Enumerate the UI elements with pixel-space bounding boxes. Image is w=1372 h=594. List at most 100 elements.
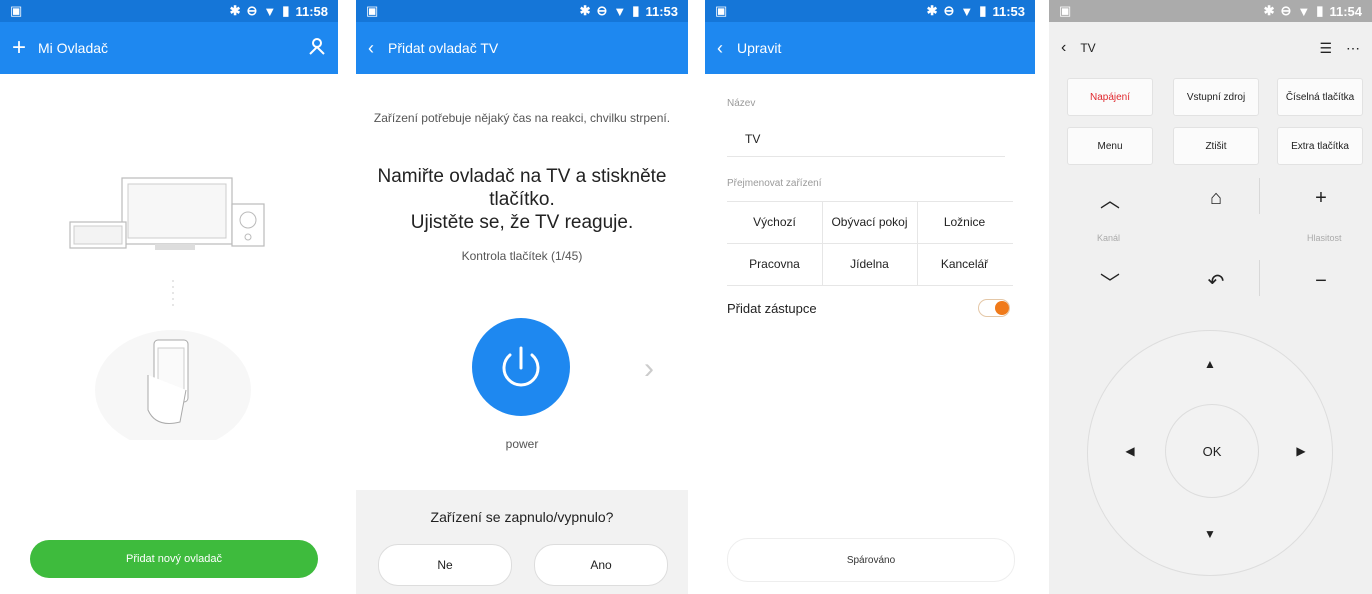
- screen-add-tv-remote: ▣ ✱ ⊖ ▼ ▮ 11:53 ‹ Přidat ovladač TV Zaří…: [356, 0, 688, 594]
- divider: [727, 156, 1005, 157]
- user-glyph: [309, 37, 325, 55]
- room-option[interactable]: Pracovna: [727, 243, 822, 285]
- screen-tv-remote: ▣ ✱ ⊖ ▼ ▮ 11:54 ‹ TV ☰ ⋯ Napájení Vstupn…: [1049, 0, 1372, 594]
- back-icon[interactable]: ‹: [368, 38, 374, 59]
- status-icons: ✱ ⊖ ▼ ▮ 11:53: [580, 3, 678, 19]
- status-bar: ▣ ✱ ⊖ ▼ ▮ 11:53: [356, 0, 688, 22]
- remote-top-bar: ‹ TV ☰ ⋯: [1049, 22, 1372, 74]
- volume-up-icon[interactable]: +: [1301, 183, 1341, 213]
- dnd-icon: ⊖: [596, 3, 608, 18]
- status-icons: ✱ ⊖ ▼ ▮ 11:53: [927, 3, 1025, 19]
- power-label: power: [505, 437, 539, 451]
- home-icon[interactable]: ⌂: [1196, 183, 1236, 213]
- shortcut-toggle[interactable]: [978, 299, 1010, 317]
- image-notification-icon: ▣: [1059, 3, 1072, 18]
- number-keys-button[interactable]: Číselná tlačítka: [1277, 78, 1363, 116]
- page-title: Mi Ovladač: [38, 40, 109, 56]
- bluetooth-icon: ✱: [926, 3, 938, 18]
- battery-icon: ▮: [632, 3, 640, 18]
- status-bar: ▣ ✱ ⊖ ▼ ▮ 11:58: [0, 0, 338, 22]
- add-remote-button[interactable]: Přidat nový ovladač: [30, 540, 318, 578]
- battery-icon: ▮: [979, 3, 987, 18]
- screen-edit: ▣ ✱ ⊖ ▼ ▮ 11:53 ‹ Upravit Název TV Přejm…: [705, 0, 1035, 594]
- channel-down-icon[interactable]: ﹀: [1090, 266, 1130, 296]
- toggle-knob: [995, 301, 1009, 315]
- wifi-icon: ▼: [1297, 3, 1311, 19]
- illustration: [60, 160, 280, 450]
- back-icon[interactable]: ‹: [717, 38, 723, 59]
- dnd-icon: ⊖: [943, 3, 955, 18]
- up-arrow-icon[interactable]: ▲: [1200, 354, 1220, 374]
- image-notification-icon: ▣: [715, 3, 728, 18]
- device-title: TV: [1080, 41, 1096, 55]
- mute-button[interactable]: Ztišit: [1173, 127, 1259, 165]
- shortcut-label: Přidat zástupce: [727, 301, 817, 316]
- wifi-icon: ▼: [263, 3, 277, 19]
- yes-button[interactable]: Ano: [534, 544, 668, 586]
- status-icons: ✱ ⊖ ▼ ▮ 11:54: [1264, 3, 1362, 19]
- right-arrow-icon[interactable]: ▶: [1291, 441, 1311, 461]
- status-bar: ▣ ✱ ⊖ ▼ ▮ 11:53: [705, 0, 1035, 22]
- screen-mi-remote: ▣ ✱ ⊖ ▼ ▮ 11:58 + Mi Ovladač Přidat nový…: [0, 0, 338, 594]
- down-arrow-icon[interactable]: ▼: [1200, 524, 1220, 544]
- power-test-button[interactable]: [472, 318, 570, 416]
- room-grid: Výchozí Obývací pokoj Ložnice Pracovna J…: [727, 201, 1013, 286]
- next-button-icon[interactable]: ›: [644, 352, 662, 386]
- page-title: Přidat ovladač TV: [388, 40, 499, 56]
- clock: 11:53: [992, 3, 1025, 19]
- bluetooth-icon: ✱: [1263, 3, 1275, 18]
- user-icon[interactable]: [308, 37, 326, 60]
- room-option[interactable]: Výchozí: [727, 201, 822, 243]
- return-icon[interactable]: ↶: [1196, 266, 1236, 296]
- channel-up-icon[interactable]: ︿: [1090, 183, 1130, 213]
- volume-down-icon[interactable]: −: [1301, 266, 1341, 296]
- status-bar: ▣ ✱ ⊖ ▼ ▮ 11:54: [1049, 0, 1372, 22]
- clock: 11:54: [1329, 3, 1362, 19]
- no-button[interactable]: Ne: [378, 544, 512, 586]
- name-field[interactable]: TV: [745, 132, 760, 146]
- battery-icon: ▮: [1316, 3, 1324, 18]
- clock: 11:58: [295, 3, 328, 19]
- power-button[interactable]: Napájení: [1067, 78, 1153, 116]
- wait-hint: Zařízení potřebuje nějaký čas na reakci,…: [373, 111, 671, 125]
- instruction-line: tlačítko.: [489, 189, 555, 210]
- volume-label: Hlasitost: [1307, 233, 1342, 243]
- status-icons: ✱ ⊖ ▼ ▮ 11:58: [230, 3, 328, 19]
- rename-label: Přejmenovat zařízení: [727, 178, 822, 189]
- room-option[interactable]: Ložnice: [917, 201, 1012, 243]
- back-icon[interactable]: ‹: [1061, 39, 1066, 57]
- dnd-icon: ⊖: [1280, 3, 1292, 18]
- more-icon[interactable]: ⋯: [1346, 40, 1360, 57]
- button-check-progress: Kontrola tlačítek (1/45): [461, 249, 583, 263]
- name-label: Název: [727, 98, 756, 109]
- power-icon: [502, 346, 540, 387]
- clock: 11:53: [645, 3, 678, 19]
- app-bar: ‹ Přidat ovladač TV: [356, 22, 688, 74]
- left-arrow-icon[interactable]: ◀: [1120, 441, 1140, 461]
- notification-icon: ▣: [10, 3, 23, 18]
- input-source-button[interactable]: Vstupní zdroj: [1173, 78, 1259, 116]
- paired-button[interactable]: Spárováno: [727, 538, 1015, 582]
- channel-label: Kanál: [1097, 233, 1121, 243]
- bluetooth-icon: ✱: [229, 3, 241, 18]
- plus-icon[interactable]: +: [12, 36, 26, 60]
- page-title: Upravit: [737, 40, 782, 56]
- instruction: Namiřte ovladač na TV a stiskněte tlačít…: [356, 165, 688, 234]
- app-bar: + Mi Ovladač: [0, 22, 338, 74]
- divider: [1259, 178, 1260, 214]
- ok-button[interactable]: OK: [1165, 404, 1259, 498]
- room-option[interactable]: Jídelna: [822, 243, 917, 285]
- list-icon[interactable]: ☰: [1319, 40, 1332, 57]
- devices-illustration: [69, 177, 265, 450]
- extra-keys-button[interactable]: Extra tlačítka: [1277, 127, 1363, 165]
- room-option[interactable]: Obývací pokoj: [822, 201, 917, 243]
- instruction-line: Ujistěte se, že TV reaguje.: [410, 212, 634, 233]
- menu-button[interactable]: Menu: [1067, 127, 1153, 165]
- dnd-icon: ⊖: [246, 3, 258, 18]
- room-option[interactable]: Kancelář: [917, 243, 1012, 285]
- divider: [1259, 260, 1260, 296]
- instruction-line: Namiřte ovladač na TV a stiskněte: [377, 166, 667, 187]
- wifi-icon: ▼: [613, 3, 627, 19]
- image-notification-icon: ▣: [366, 3, 379, 18]
- battery-icon: ▮: [282, 3, 290, 18]
